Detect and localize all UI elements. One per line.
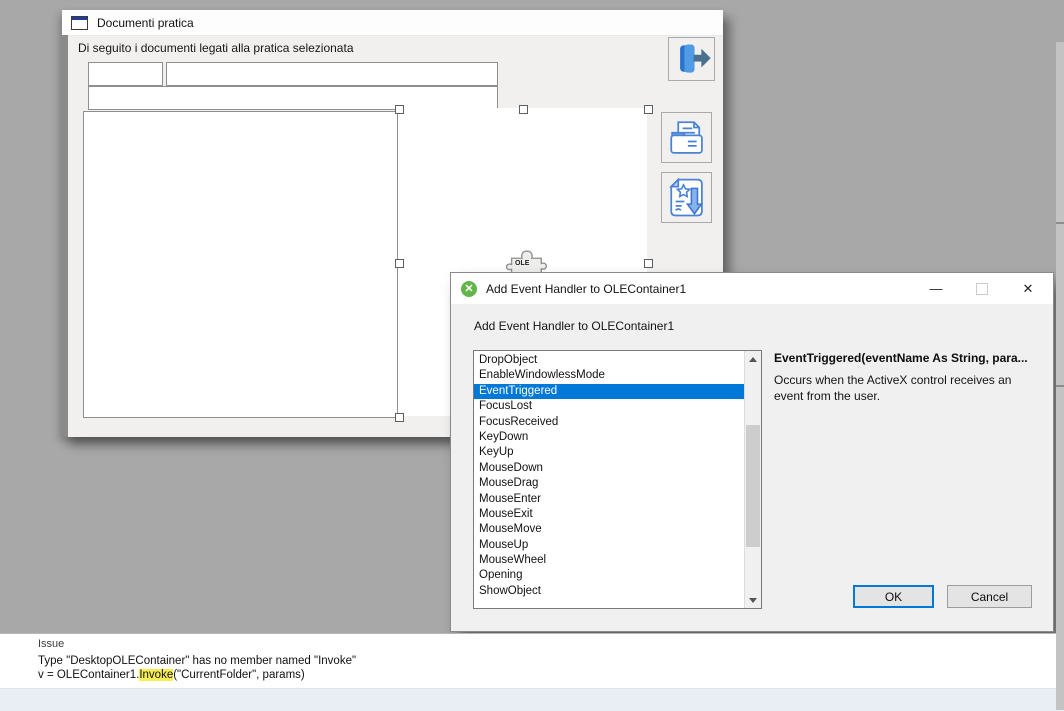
bottom-band	[0, 688, 1064, 711]
code-before: v = OLEContainer1.	[38, 669, 139, 681]
code-after: ("CurrentFolder", params)	[173, 669, 305, 681]
selection-handle[interactable]	[395, 259, 404, 268]
exit-button[interactable]	[668, 37, 715, 81]
issue-code-line[interactable]: v = OLEContainer1.Invoke("CurrentFolder"…	[38, 669, 305, 681]
scroll-marker	[1056, 385, 1064, 387]
window-left-edge	[62, 35, 68, 437]
textfield-full[interactable]	[88, 86, 498, 110]
selection-handle[interactable]	[395, 413, 404, 422]
event-list-item[interactable]: ShowObject	[474, 584, 744, 599]
event-list-item[interactable]: KeyUp	[474, 445, 744, 460]
ok-button[interactable]: OK	[853, 585, 934, 608]
scroll-down-icon[interactable]	[745, 592, 761, 608]
event-list-item[interactable]: FocusReceived	[474, 415, 744, 430]
event-list-item[interactable]: DropObject	[474, 353, 744, 368]
event-list-item[interactable]: MouseMove	[474, 522, 744, 537]
event-list-item[interactable]: FocusLost	[474, 399, 744, 414]
form-caption-label: Di seguito i documenti legati alla prati…	[78, 41, 354, 55]
textfield-small[interactable]	[88, 62, 163, 86]
event-list-item[interactable]: KeyDown	[474, 430, 744, 445]
event-list-item[interactable]: MouseDown	[474, 461, 744, 476]
dialog-title: Add Event Handler to OLEContainer1	[486, 282, 686, 296]
documents-listbox[interactable]	[83, 111, 398, 418]
maximize-button-disabled	[976, 283, 988, 295]
designer-titlebar[interactable]: Documenti pratica	[62, 10, 723, 36]
issue-panel-title: Issue	[38, 638, 64, 650]
event-signature: EventTriggered(eventName As String, para…	[774, 351, 1036, 365]
event-list-item[interactable]: EventTriggered	[474, 384, 744, 399]
event-listbox[interactable]: DropObjectEnableWindowlessModeEventTrigg…	[473, 350, 762, 609]
event-description: Occurs when the ActiveX control receives…	[774, 373, 1032, 404]
event-list-item[interactable]: MouseDrag	[474, 476, 744, 491]
designer-window-title: Documenti pratica	[97, 16, 194, 30]
event-list-item[interactable]: MouseEnter	[474, 492, 744, 507]
selection-handle[interactable]	[519, 105, 528, 114]
export-document-button[interactable]	[661, 172, 712, 223]
event-list-scrollbar[interactable]	[744, 351, 761, 608]
dialog-heading: Add Event Handler to OLEContainer1	[474, 319, 674, 333]
cancel-button[interactable]: Cancel	[947, 585, 1032, 608]
event-list-item[interactable]: MouseWheel	[474, 553, 744, 568]
event-list-item[interactable]: Opening	[474, 568, 744, 583]
window-icon	[71, 16, 88, 30]
ole-badge-label: OLE	[515, 260, 529, 267]
selection-handle[interactable]	[644, 105, 653, 114]
code-highlight: Invoke	[139, 669, 173, 681]
document-star-download-icon	[666, 177, 708, 219]
add-event-dialog: ✕ Add Event Handler to OLEContainer1 — ✕…	[450, 272, 1054, 632]
folder-documents-icon	[666, 117, 708, 159]
xojo-app-icon: ✕	[461, 281, 477, 297]
minimize-button[interactable]: —	[929, 281, 943, 296]
event-list-item[interactable]: MouseExit	[474, 507, 744, 522]
open-folder-button[interactable]	[661, 112, 712, 163]
scroll-marker	[1056, 222, 1064, 224]
textfield-wide[interactable]	[166, 62, 498, 86]
issue-error-message[interactable]: Type "DesktopOLEContainer" has no member…	[38, 655, 356, 667]
selection-handle[interactable]	[644, 259, 653, 268]
ide-right-scrollbar[interactable]	[1056, 42, 1064, 710]
close-button[interactable]: ✕	[1021, 281, 1035, 297]
scroll-up-icon[interactable]	[745, 351, 761, 367]
exit-door-icon	[673, 42, 711, 76]
event-list-item[interactable]: MouseUp	[474, 538, 744, 553]
selection-handle[interactable]	[395, 105, 404, 114]
event-list-item[interactable]: EnableWindowlessMode	[474, 368, 744, 383]
scrollbar-thumb[interactable]	[746, 425, 760, 547]
